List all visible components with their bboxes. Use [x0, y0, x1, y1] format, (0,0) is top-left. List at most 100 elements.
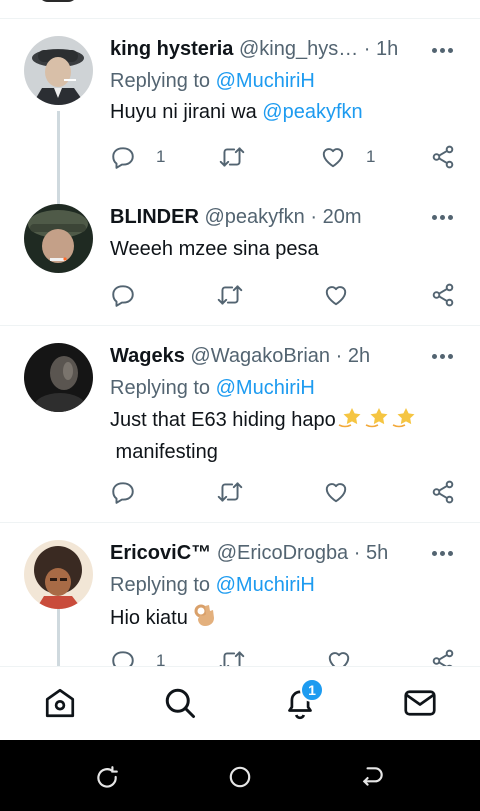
heart-icon — [325, 286, 347, 306]
tweet-header: EricoviC™ @EricoDrogba · 5h — [110, 540, 460, 566]
separator: · — [363, 38, 371, 60]
handle[interactable]: @king_hys… — [239, 38, 358, 60]
like-button[interactable] — [326, 648, 352, 666]
retweet-icon — [217, 482, 243, 502]
tweet-actions — [110, 479, 460, 505]
more-icon[interactable] — [432, 215, 454, 221]
mention-link[interactable]: @peakyfkn — [262, 101, 362, 123]
separator: · — [335, 345, 343, 367]
retweet-button[interactable] — [216, 282, 244, 308]
tweet-text: Hio kiatu — [110, 602, 460, 637]
handle[interactable]: @WagakoBrian — [190, 345, 330, 367]
tweet-actions: 1 — [110, 648, 460, 666]
tweet-text: Huyu ni jirani wa @peakyfkn — [110, 98, 460, 127]
reply-icon — [112, 147, 134, 169]
avatar[interactable] — [24, 343, 93, 412]
tweet-text: Weeeh mzee sina pesa — [110, 238, 319, 260]
tweet-text-line: manifesting — [110, 441, 218, 463]
replying-label: Replying to — [110, 574, 211, 596]
tweet-text: Just that E63 hiding hapo manifesting — [110, 405, 460, 467]
system-nav-bar — [0, 740, 480, 811]
display-name[interactable]: Wageks — [110, 345, 185, 367]
more-icon[interactable] — [432, 48, 454, 54]
dizzy-emoji — [338, 405, 420, 438]
display-name[interactable]: BLINDER — [110, 206, 199, 228]
share-icon — [432, 649, 454, 666]
handle[interactable]: @peakyfkn — [204, 206, 304, 228]
thread-line — [57, 609, 60, 666]
replying-to: Replying to @MuchiriH — [110, 375, 460, 401]
heart-icon — [328, 652, 350, 666]
tweet-actions: 1 1 — [110, 144, 460, 170]
more-icon[interactable] — [432, 551, 454, 557]
separator: · — [310, 206, 318, 228]
tweet-header: BLINDER @peakyfkn · 20m — [110, 204, 460, 230]
tweet-text-body: Hio kiatu — [110, 607, 188, 629]
avatar[interactable] — [24, 540, 93, 609]
reply-button[interactable] — [110, 479, 136, 505]
share-icon — [432, 145, 454, 169]
replying-label: Replying to — [110, 70, 211, 92]
replying-to: Replying to @MuchiriH — [110, 572, 460, 598]
like-button[interactable]: 1 — [320, 144, 375, 170]
mention-link[interactable]: @MuchiriH — [216, 377, 315, 399]
avatar[interactable] — [38, 0, 78, 2]
avatar[interactable] — [24, 204, 93, 273]
timestamp[interactable]: 20m — [323, 206, 362, 228]
share-button[interactable] — [430, 648, 456, 666]
notification-badge: 1 — [300, 678, 324, 702]
tweet-actions — [110, 282, 460, 308]
reply-icon — [112, 285, 134, 307]
reply-button[interactable]: 1 — [110, 648, 165, 666]
tweet-feed[interactable]: king hysteria @king_hys… · 1h Replying t… — [0, 0, 480, 666]
share-button[interactable] — [430, 479, 456, 505]
reply-button[interactable]: 1 — [110, 144, 165, 170]
retweet-icon — [219, 651, 245, 666]
reply-button[interactable] — [110, 282, 136, 308]
avatar[interactable] — [24, 36, 93, 105]
display-name[interactable]: king hysteria — [110, 38, 233, 60]
ok-hand-emoji — [193, 602, 217, 637]
retweet-button[interactable] — [218, 144, 246, 170]
mention-link[interactable]: @MuchiriH — [216, 70, 315, 92]
tweet[interactable]: Wageks @WagakoBrian · 2h Replying to @Mu… — [0, 326, 480, 522]
reply-count: 1 — [156, 651, 166, 666]
more-icon[interactable] — [432, 354, 454, 360]
tweet-text-line: Just that E63 hiding hapo — [110, 409, 336, 431]
tweet-text-body: Huyu ni jirani wa — [110, 101, 263, 123]
back-icon[interactable] — [360, 764, 386, 790]
timestamp[interactable]: 1h — [376, 38, 398, 60]
tweet[interactable]: BLINDER @peakyfkn · 20m Weeeh mzee sina … — [0, 195, 480, 325]
search-icon[interactable] — [162, 685, 198, 721]
mention-link[interactable]: @MuchiriH — [216, 574, 315, 596]
share-icon — [432, 480, 454, 504]
messages-icon[interactable] — [402, 685, 438, 721]
retweet-button[interactable] — [218, 648, 246, 666]
tweet[interactable]: EricoviC™ @EricoDrogba · 5h Replying to … — [0, 523, 480, 666]
heart-icon — [322, 148, 344, 168]
home-icon[interactable] — [42, 685, 78, 721]
timestamp[interactable]: 5h — [366, 542, 388, 564]
like-button[interactable] — [323, 282, 349, 308]
recent-apps-icon[interactable] — [94, 764, 120, 790]
tweet[interactable]: king hysteria @king_hys… · 1h Replying t… — [0, 18, 480, 215]
like-button[interactable] — [323, 479, 349, 505]
home-circle-icon[interactable] — [227, 764, 253, 790]
handle[interactable]: @EricoDrogba — [217, 542, 348, 564]
reply-count: 1 — [156, 147, 166, 166]
retweet-button[interactable] — [216, 479, 244, 505]
separator: · — [353, 542, 361, 564]
share-icon — [432, 283, 454, 307]
replying-to: Replying to @MuchiriH — [110, 68, 460, 94]
tweet-header: Wageks @WagakoBrian · 2h — [110, 343, 460, 369]
share-button[interactable] — [430, 144, 456, 170]
heart-icon — [325, 483, 347, 503]
share-button[interactable] — [430, 282, 456, 308]
like-count: 1 — [366, 147, 376, 166]
reply-icon — [112, 482, 134, 504]
replying-label: Replying to — [110, 377, 211, 399]
display-name[interactable]: EricoviC™ — [110, 542, 211, 564]
timestamp[interactable]: 2h — [348, 345, 370, 367]
tweet-header: king hysteria @king_hys… · 1h — [110, 36, 460, 62]
reply-icon — [112, 651, 134, 666]
